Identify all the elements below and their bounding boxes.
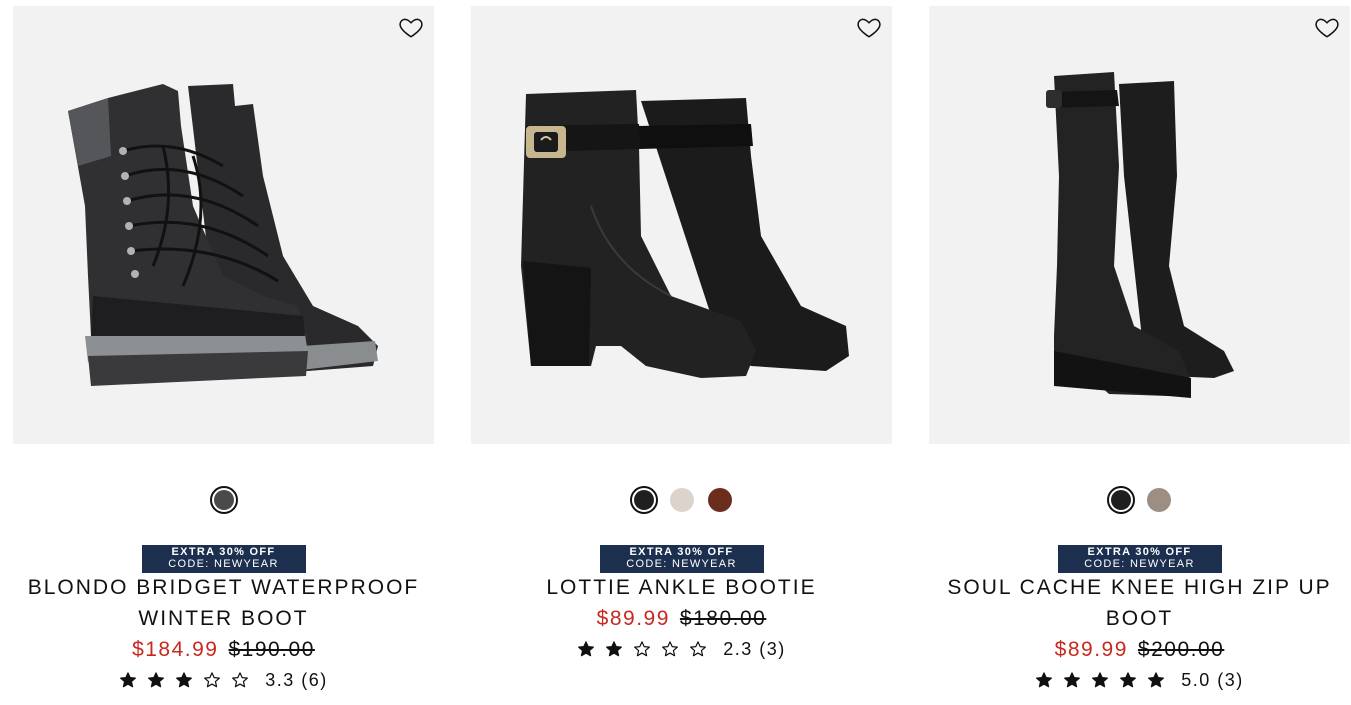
product-image[interactable] (13, 6, 434, 444)
promo-badge: EXTRA 30% OFF CODE: NEWYEAR (141, 545, 306, 573)
product-image[interactable] (471, 6, 892, 444)
product-title[interactable]: LOTTIE ANKLE BOOTIE (471, 572, 892, 603)
swatch-dot (1146, 488, 1171, 512)
ankle-bootie-image (521, 90, 849, 378)
wishlist-heart-icon[interactable] (398, 14, 424, 40)
price-row: $184.99 $190.00 (13, 634, 434, 665)
star-filled-icon (1120, 672, 1137, 688)
product-title[interactable]: BLONDO BRIDGET WATERPROOF WINTER BOOT (13, 572, 434, 634)
sale-price: $89.99 (596, 607, 670, 630)
star-empty-icon (232, 672, 249, 688)
swatch-dot (1110, 490, 1131, 510)
review-count: (3) (1217, 670, 1244, 690)
price-row: $89.99 $180.00 (471, 603, 892, 634)
color-swatch-bone[interactable] (668, 486, 696, 514)
promo-headline: EXTRA 30% OFF (1087, 546, 1192, 558)
product-card[interactable]: EXTRA 30% OFF CODE: NEWYEAR SOUL CACHE K… (929, 0, 1350, 705)
color-swatches (13, 486, 434, 514)
product-title[interactable]: SOUL CACHE KNEE HIGH ZIP UP BOOT (929, 572, 1350, 634)
promo-badge: EXTRA 30% OFF CODE: NEWYEAR (1057, 545, 1222, 573)
review-count: (6) (301, 670, 328, 690)
knee-high-boot-image (1046, 72, 1234, 398)
color-swatches (929, 486, 1350, 514)
promo-code: CODE: NEWYEAR (168, 558, 279, 570)
star-empty-icon (690, 641, 707, 657)
swatch-dot (633, 490, 654, 510)
star-filled-icon (606, 641, 623, 657)
promo-badge: EXTRA 30% OFF CODE: NEWYEAR (599, 545, 764, 573)
product-card[interactable]: EXTRA 30% OFF CODE: NEWYEAR LOTTIE ANKLE… (471, 0, 892, 705)
star-filled-icon (120, 672, 137, 688)
promo-code: CODE: NEWYEAR (1084, 558, 1195, 570)
swatch-dot (707, 488, 732, 512)
product-card[interactable]: EXTRA 30% OFF CODE: NEWYEAR BLONDO BRIDG… (13, 0, 434, 705)
star-filled-icon (176, 672, 193, 688)
rating-value: 5.0 (1181, 670, 1211, 690)
star-rating (1035, 671, 1165, 689)
promo-code: CODE: NEWYEAR (626, 558, 737, 570)
rating-row[interactable]: 2.3 (3) (471, 634, 892, 664)
star-empty-icon (634, 641, 651, 657)
original-price: $200.00 (1137, 638, 1225, 661)
color-swatch-taupe[interactable] (1145, 486, 1173, 514)
star-filled-icon (1064, 672, 1081, 688)
star-rating (577, 640, 707, 658)
star-empty-icon (662, 641, 679, 657)
star-filled-icon (1148, 672, 1165, 688)
sale-price: $89.99 (1054, 638, 1128, 661)
swatch-dot (669, 488, 694, 512)
original-price: $190.00 (228, 638, 315, 661)
star-filled-icon (578, 641, 595, 657)
color-swatch-black[interactable] (629, 486, 658, 514)
price-row: $89.99 $200.00 (929, 634, 1350, 665)
star-filled-icon (1036, 672, 1053, 688)
product-image[interactable] (929, 6, 1350, 444)
product-info: BLONDO BRIDGET WATERPROOF WINTER BOOT $1… (13, 572, 434, 695)
star-rating (119, 671, 249, 689)
star-filled-icon (148, 672, 165, 688)
promo-headline: EXTRA 30% OFF (629, 546, 734, 558)
wishlist-heart-icon[interactable] (856, 14, 882, 40)
sale-price: $184.99 (132, 638, 219, 661)
promo-headline: EXTRA 30% OFF (171, 546, 276, 558)
product-info: LOTTIE ANKLE BOOTIE $89.99 $180.00 2.3 (3… (471, 572, 892, 664)
color-swatch-selected[interactable] (209, 486, 238, 514)
rating-row[interactable]: 5.0 (3) (929, 665, 1350, 695)
wishlist-heart-icon[interactable] (1314, 14, 1340, 40)
rating-value: 3.3 (265, 670, 295, 690)
original-price: $180.00 (679, 607, 767, 630)
rating-row[interactable]: 3.3 (6) (13, 665, 434, 695)
swatch-dot (213, 490, 234, 510)
winter-boot-image (68, 84, 378, 386)
color-swatch-black[interactable] (1106, 486, 1135, 514)
color-swatches (471, 486, 892, 514)
color-swatch-brown[interactable] (706, 486, 734, 514)
star-filled-icon (1092, 672, 1109, 688)
star-empty-icon (204, 672, 221, 688)
review-count: (3) (759, 639, 786, 659)
rating-value: 2.3 (723, 639, 753, 659)
product-info: SOUL CACHE KNEE HIGH ZIP UP BOOT $89.99 $… (929, 572, 1350, 695)
